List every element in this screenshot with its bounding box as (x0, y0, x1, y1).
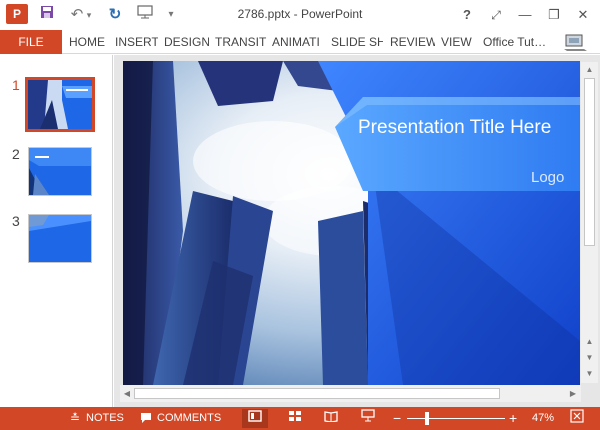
tab-home[interactable]: HOME (69, 30, 109, 54)
tab-slide-show[interactable]: SLIDE SH (331, 30, 383, 54)
minimize-button[interactable]: — (512, 4, 538, 26)
zoom-percentage[interactable]: 47% (532, 407, 554, 430)
slide-logo-placeholder[interactable]: Logo (531, 169, 564, 186)
tab-review[interactable]: REVIEW (390, 30, 435, 54)
scroll-down-icon[interactable]: ▼ (581, 366, 598, 381)
current-slide[interactable]: Presentation Title Here Logo (123, 61, 580, 385)
slide-thumbnail-1[interactable] (25, 77, 95, 132)
ribbon-display-options-button[interactable]: ⤢ (483, 4, 509, 26)
slide-thumbnail-panel: 1 2 3 (0, 55, 113, 407)
reading-view-icon[interactable] (318, 409, 344, 428)
thumbnail-number-1: 1 (12, 77, 20, 93)
scroll-right-icon[interactable]: ▶ (566, 386, 580, 401)
tab-design[interactable]: DESIGN (164, 30, 209, 54)
zoom-out-button[interactable]: − (393, 407, 401, 430)
zoom-in-button[interactable]: + (509, 407, 517, 430)
notes-icon: ≛ (70, 411, 81, 425)
slide-sorter-view-icon[interactable] (282, 409, 308, 428)
close-button[interactable]: ✕ (570, 4, 596, 26)
restore-button[interactable]: ❐ (541, 4, 567, 26)
notes-button[interactable]: NOTES (86, 407, 124, 430)
normal-view-icon[interactable] (242, 409, 268, 428)
help-button[interactable]: ? (454, 4, 480, 26)
title-bar: P ↶ ▾ ↻ ▾ 2786.pptx - PowerPoint ? ⤢ — ❐… (0, 0, 600, 30)
slide-title[interactable]: Presentation Title Here (358, 117, 578, 139)
ribbon-tabs: FILE HOME INSERT DESIGN TRANSITI ANIMATI… (0, 30, 600, 54)
thumbnail-number-3: 3 (12, 213, 20, 229)
vertical-scroll-thumb[interactable] (584, 78, 595, 246)
thumbnail-number-2: 2 (12, 146, 20, 162)
tab-insert[interactable]: INSERT (115, 30, 158, 54)
slide-thumbnail-3[interactable] (28, 214, 92, 263)
scroll-down-small-icon[interactable]: ▼ (581, 350, 598, 365)
zoom-slider[interactable] (407, 418, 505, 419)
vertical-scrollbar[interactable]: ▲ ▲ ▼ ▼ (581, 62, 598, 383)
user-avatar-icon[interactable] (564, 32, 588, 55)
tab-view[interactable]: VIEW (441, 30, 473, 54)
status-bar: ≛ NOTES COMMENTS − + 47% (0, 407, 600, 430)
horizontal-scroll-thumb[interactable] (134, 388, 500, 399)
scroll-up-small-icon[interactable]: ▲ (581, 334, 598, 349)
account-name[interactable]: Office Tut… (483, 30, 546, 54)
comments-button[interactable]: COMMENTS (157, 407, 221, 430)
zoom-slider-thumb[interactable] (425, 412, 429, 425)
scroll-left-icon[interactable]: ◀ (120, 386, 134, 401)
tab-transitions[interactable]: TRANSITI (215, 30, 267, 54)
slide-thumbnail-2[interactable] (28, 147, 92, 196)
horizontal-scrollbar[interactable]: ◀ ▶ (120, 385, 581, 402)
fit-slide-to-window-icon[interactable] (564, 409, 590, 428)
slide-background-image (123, 61, 580, 385)
tab-animations[interactable]: ANIMATI (272, 30, 324, 54)
slide-show-view-icon[interactable] (355, 409, 381, 428)
tab-file[interactable]: FILE (0, 30, 62, 54)
window-title: 2786.pptx - PowerPoint (237, 7, 363, 21)
slide-editing-area: Presentation Title Here Logo (114, 55, 600, 407)
comments-icon (140, 407, 152, 430)
scroll-up-icon[interactable]: ▲ (581, 62, 598, 77)
